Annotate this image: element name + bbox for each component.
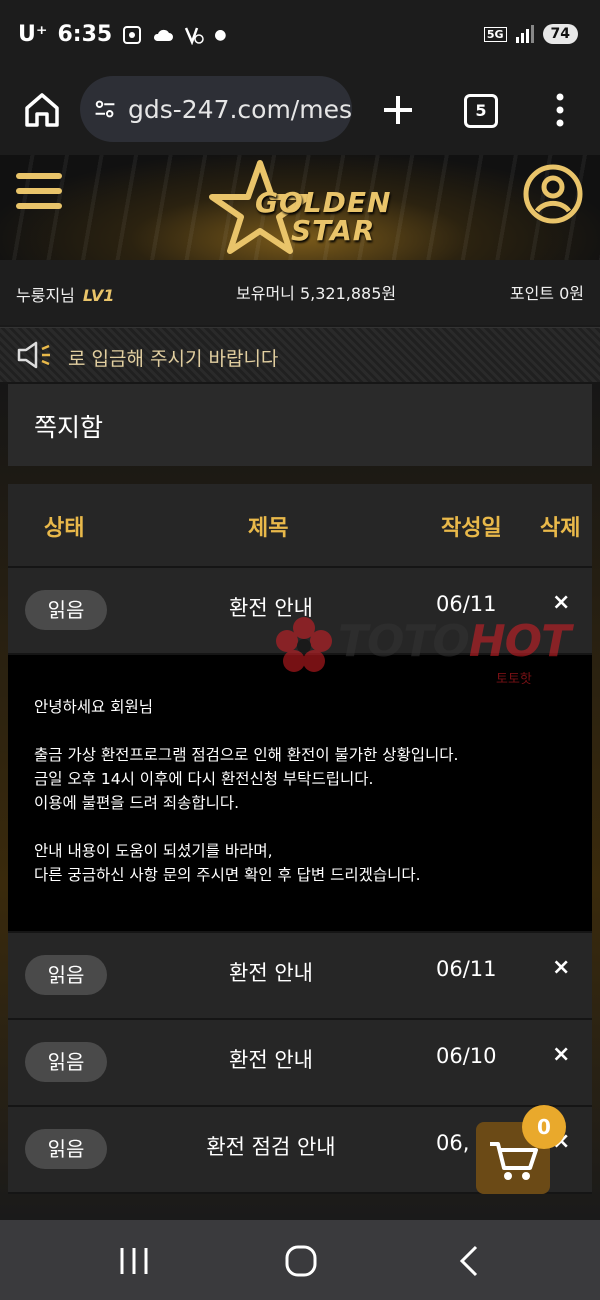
system-status-bar: U⁺ 6:35 ● 5G 74 <box>0 0 600 70</box>
delete-icon[interactable]: × <box>552 955 570 980</box>
url-text: gds-247.com/mes <box>127 94 352 124</box>
message-line-4: 안내 내용이 도움이 되셨기를 바라며, <box>34 842 273 860</box>
user-money: 보유머니 5,321,885원 <box>236 284 397 303</box>
message-date: 06/11 <box>436 592 497 616</box>
message-date: 06/11 <box>436 957 497 981</box>
network-label: 5G <box>483 26 507 42</box>
logo-text: GOLDEN STAR <box>255 189 391 245</box>
message-line-5: 다른 궁금하신 사항 문의 주시면 확인 후 답변 드리겠습니다. <box>34 866 421 884</box>
user-nickname-group: 누룽지님 LV1 <box>16 282 114 306</box>
header-subject: 제목 <box>248 516 289 541</box>
message-line-2: 금일 오후 14시 이후에 다시 환전신청 부탁드립니다. <box>34 770 374 788</box>
table-row[interactable]: 읽음 환전 안내 06/11 × <box>8 933 592 1020</box>
tab-switcher-button[interactable]: 5 <box>464 94 498 128</box>
site-settings-icon[interactable] <box>94 95 116 123</box>
cart-count-badge: 0 <box>522 1105 566 1149</box>
home-icon[interactable] <box>22 90 62 130</box>
recent-apps-icon[interactable] <box>114 1244 154 1278</box>
home-nav-icon[interactable] <box>281 1244 321 1278</box>
message-line-1: 출금 가상 환전프로그램 점검으로 인해 환전이 불가한 상황입니다. <box>34 746 459 764</box>
read-status-badge: 읽음 <box>25 1129 107 1169</box>
page-title-box: 쪽지함 <box>8 384 592 466</box>
message-date: 06, <box>436 1131 470 1155</box>
site-header: GOLDEN STAR <box>0 155 600 260</box>
speaker-icon <box>17 341 50 369</box>
status-right: 5G 74 <box>483 24 578 44</box>
system-navigation-bar <box>0 1220 600 1300</box>
page-title: 쪽지함 <box>34 413 104 442</box>
notice-banner: 로 입금해 주시기 바랍니다 <box>0 327 600 384</box>
message-subject[interactable]: 환전 안내 <box>158 1044 384 1074</box>
message-date: 06/10 <box>436 1044 497 1068</box>
main-content: 쪽지함 상태 제목 작성일 삭제 읽음 환전 안내 06/11 × 안녕하세요 … <box>0 382 600 1220</box>
message-subject[interactable]: 환전 안내 <box>158 592 384 622</box>
new-tab-icon[interactable] <box>378 90 418 130</box>
notice-text: 로 입금해 주시기 바랍니다 <box>68 348 279 370</box>
message-body: 안녕하세요 회원님 출금 가상 환전프로그램 점검으로 인해 환전이 불가한 상… <box>8 655 592 933</box>
message-greeting: 안녕하세요 회원님 <box>34 698 154 716</box>
logo-line-2: STAR <box>291 214 376 247</box>
message-line-3: 이용에 불편을 드려 죄송합니다. <box>34 794 240 812</box>
back-icon[interactable] <box>450 1244 490 1278</box>
read-status-badge: 읽음 <box>25 590 107 630</box>
message-table: 상태 제목 작성일 삭제 읽음 환전 안내 06/11 × 안녕하세요 회원님 … <box>8 484 592 1194</box>
table-row[interactable]: 읽음 환전 안내 06/10 × <box>8 1020 592 1107</box>
header-status: 상태 <box>44 516 85 541</box>
table-header: 상태 제목 작성일 삭제 <box>8 484 592 568</box>
user-nickname: 누룽지님 <box>16 286 75 305</box>
read-status-badge: 읽음 <box>25 1042 107 1082</box>
header-date: 작성일 <box>441 516 502 541</box>
hamburger-menu-icon[interactable] <box>16 173 62 213</box>
table-row[interactable]: 읽음 환전 안내 06/11 × <box>8 568 592 655</box>
header-delete: 삭제 <box>540 516 581 541</box>
user-points: 포인트 0원 <box>509 284 584 303</box>
more-menu-icon[interactable] <box>548 90 572 130</box>
delete-icon[interactable]: × <box>552 1042 570 1067</box>
carrier-label: U⁺ <box>18 22 48 47</box>
signal-icon <box>515 25 534 43</box>
read-status-badge: 읽음 <box>25 955 107 995</box>
screenshot-icon <box>123 25 142 44</box>
user-info-bar: 누룽지님 LV1 보유머니 5,321,885원 포인트 0원 <box>0 260 600 325</box>
battery-indicator: 74 <box>542 24 578 44</box>
user-level-badge: LV1 <box>82 286 115 305</box>
message-subject[interactable]: 환전 안내 <box>158 957 384 987</box>
clock: 6:35 <box>57 22 113 47</box>
browser-toolbar: gds-247.com/mes 5 <box>0 70 600 155</box>
dot-indicator: ● <box>214 26 227 43</box>
url-bar[interactable]: gds-247.com/mes <box>80 76 352 142</box>
user-profile-icon[interactable] <box>522 163 584 225</box>
delete-icon[interactable]: × <box>552 590 570 615</box>
vpn-icon <box>185 27 204 45</box>
message-subject[interactable]: 환전 점검 안내 <box>158 1131 384 1161</box>
cloud-icon <box>154 29 174 41</box>
status-left: U⁺ 6:35 ● <box>18 22 226 47</box>
